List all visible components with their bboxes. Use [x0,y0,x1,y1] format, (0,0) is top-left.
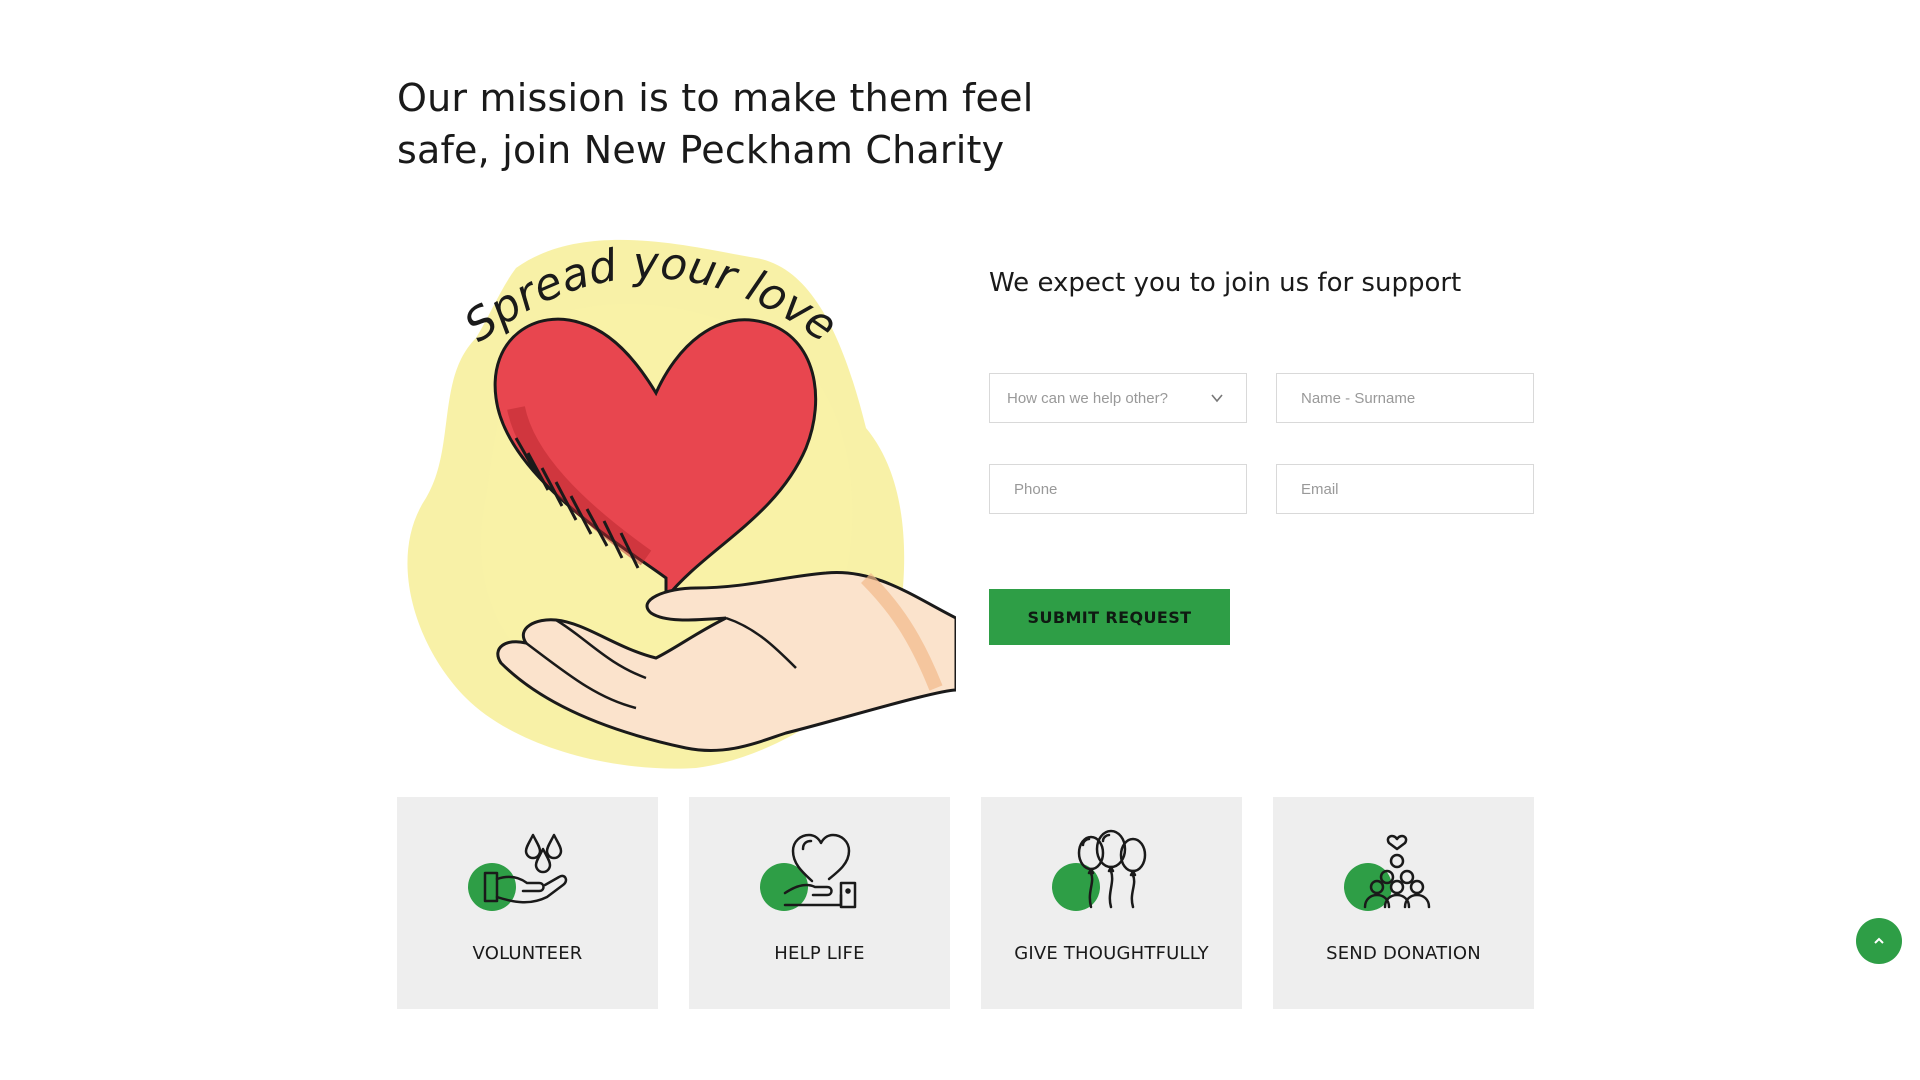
phone-field-wrapper [989,464,1247,514]
phone-input[interactable] [990,465,1246,513]
headline-line-1: Our mission is to make them feel [397,76,1034,120]
headline-line-2: safe, join New Peckham Charity [397,128,1005,172]
email-input[interactable] [1277,465,1533,513]
balloons-icon [1049,829,1169,911]
card-label: SEND DONATION [1326,943,1481,964]
name-surname-input[interactable] [1277,374,1533,422]
card-volunteer[interactable]: VOLUNTEER [397,797,658,1009]
help-type-select[interactable]: How can we help other? [989,373,1247,423]
page-headline: Our mission is to make them feel safe, j… [397,72,1037,176]
name-surname-field-wrapper [1276,373,1534,423]
help-type-select-value: How can we help other? [1007,389,1168,407]
chevron-up-icon [1874,937,1884,944]
submit-request-button[interactable]: SUBMIT REQUEST [989,589,1230,645]
card-give-thoughtfully[interactable]: GIVE THOUGHTFULLY [981,797,1242,1009]
back-to-top-button[interactable] [1856,918,1902,964]
card-label: HELP LIFE [774,943,865,964]
card-label: GIVE THOUGHTFULLY [1014,943,1209,964]
helping-hand-drops-icon [465,831,585,911]
card-label: VOLUNTEER [472,943,583,964]
card-send-donation[interactable]: SEND DONATION [1273,797,1534,1009]
community-people-icon [1341,831,1461,911]
heart-in-hand-icon [757,831,877,911]
heart-in-hand-illustration: Spread your love [396,228,956,788]
email-field-wrapper [1276,464,1534,514]
chevron-down-icon [1211,394,1223,403]
card-help-life[interactable]: HELP LIFE [689,797,950,1009]
form-title: We expect you to join us for support [989,268,1462,298]
